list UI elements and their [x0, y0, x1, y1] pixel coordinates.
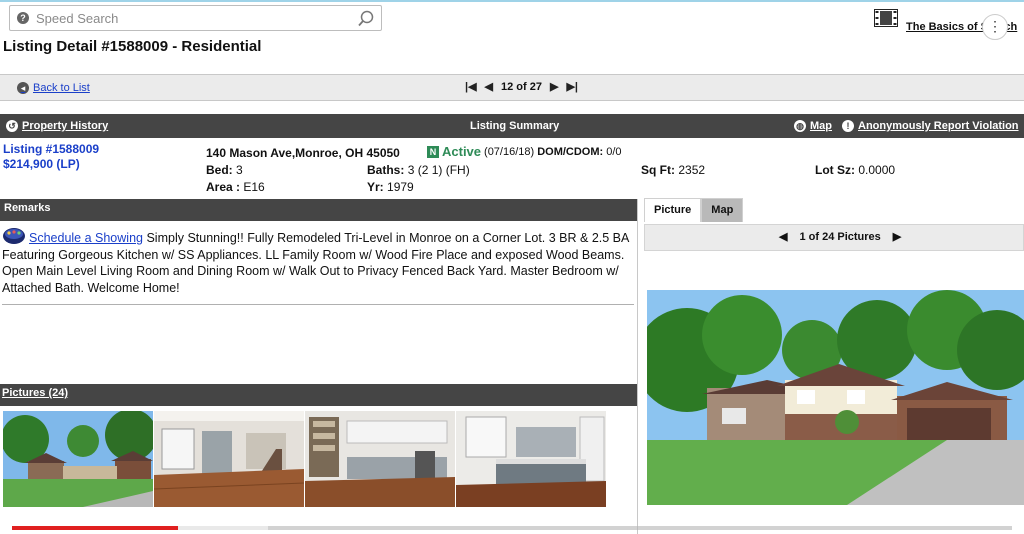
thumbnail-kitchen-2[interactable]	[456, 411, 606, 507]
picture-navigation: ◀ 1 of 24 Pictures ▶	[644, 224, 1024, 251]
last-page-icon[interactable]: ▶|	[566, 80, 578, 94]
video-progress-bar[interactable]	[12, 526, 1012, 530]
top-accent-line	[0, 0, 1024, 2]
sqft-value: 2352	[678, 163, 706, 177]
next-picture-icon[interactable]: ▶	[893, 230, 901, 243]
bed-label: Bed:	[206, 163, 233, 177]
lot-size-label: Lot Sz:	[815, 163, 855, 177]
video-tutorial-link[interactable]: The Basics of Search ⋮	[874, 9, 1024, 40]
sqft-label: Sq Ft:	[641, 163, 675, 177]
film-icon	[874, 9, 898, 30]
globe-icon: ◍	[794, 120, 806, 132]
new-badge: N	[427, 145, 439, 158]
picture-counter: 1 of 24 Pictures	[799, 230, 881, 243]
year-built-value: 1979	[387, 180, 414, 194]
area-field: Area : E16	[206, 180, 265, 194]
listing-summary-title: Listing Summary	[470, 120, 560, 132]
status-text: Active	[442, 144, 482, 159]
pictures-header-label[interactable]: Pictures (24)	[2, 387, 68, 399]
map-link[interactable]: Map	[810, 120, 832, 132]
thumbnail-kitchen[interactable]	[305, 411, 455, 507]
result-pager: |◀ ◀ 12 of 27 ▶ ▶|	[465, 80, 578, 94]
pictures-header: Pictures (24)	[0, 384, 637, 406]
summary-right-links: ◍ Map ! Anonymously Report Violation	[794, 120, 1019, 132]
status-date: (07/16/18)	[484, 145, 535, 158]
sqft-field: Sq Ft: 2352	[641, 163, 705, 177]
listing-price: $214,900 (LP)	[3, 157, 80, 171]
remarks-header-label: Remarks	[4, 202, 51, 214]
history-icon: ↺	[6, 120, 18, 132]
panel-divider	[637, 199, 638, 534]
prev-picture-icon[interactable]: ◀	[779, 230, 787, 243]
pager-position: 12 of 27	[501, 81, 542, 93]
calendar-icon[interactable]	[2, 225, 26, 245]
baths-label: Baths:	[367, 163, 405, 177]
more-options-icon[interactable]: ⋮	[982, 14, 1008, 40]
remarks-header: Remarks	[0, 199, 637, 221]
main-listing-photo[interactable]	[647, 290, 1024, 505]
year-built-field: Yr: 1979	[367, 180, 414, 194]
bed-field: Bed: 3	[206, 163, 243, 177]
thumbnail-exterior[interactable]	[3, 411, 153, 507]
thumbnail-strip	[3, 411, 633, 507]
dom-value: 0/0	[606, 145, 622, 158]
year-built-label: Yr:	[367, 180, 384, 194]
listing-navigation-bar: ◂ Back to List |◀ ◀ 12 of 27 ▶ ▶|	[0, 74, 1024, 101]
listing-status: N Active (07/16/18) DOM/CDOM: 0/0	[427, 144, 622, 159]
next-page-icon[interactable]: ▶	[550, 80, 558, 94]
listing-details: Listing #1588009 $214,900 (LP) 140 Mason…	[0, 141, 1024, 197]
bed-value: 3	[236, 163, 243, 177]
prev-page-icon[interactable]: ◀	[485, 80, 493, 94]
video-played-bar	[12, 526, 178, 530]
listing-address: 140 Mason Ave,Monroe, OH 45050	[206, 146, 400, 160]
video-buffered-bar	[178, 526, 268, 530]
page-title: Listing Detail #1588009 - Residential	[3, 38, 262, 55]
dom-field: DOM/CDOM: 0/0	[537, 146, 621, 158]
thumbnail-living-room[interactable]	[154, 411, 304, 507]
back-to-list-link[interactable]: ◂ Back to List	[17, 82, 90, 94]
tab-map[interactable]: Map	[701, 198, 744, 222]
info-icon: !	[842, 120, 854, 132]
search-placeholder: Speed Search	[36, 11, 119, 26]
back-arrow-icon: ◂	[17, 82, 29, 94]
lot-size-field: Lot Sz: 0.0000	[815, 163, 895, 177]
remarks-divider	[2, 304, 634, 305]
baths-value: 3 (2 1) (FH)	[407, 163, 470, 177]
magnifier-icon[interactable]	[357, 10, 375, 31]
area-label: Area :	[206, 180, 241, 194]
lot-size-value: 0.0000	[858, 163, 896, 177]
back-to-list-label[interactable]: Back to List	[33, 82, 90, 94]
baths-field: Baths: 3 (2 1) (FH)	[367, 163, 470, 177]
photo-panel-tabs: Picture Map	[644, 198, 744, 222]
area-value: E16	[243, 180, 265, 194]
property-history-link[interactable]: ↺ Property History	[6, 120, 108, 132]
report-violation-link[interactable]: Anonymously Report Violation	[858, 120, 1019, 132]
dom-label: DOM/CDOM:	[537, 145, 604, 158]
listing-number[interactable]: Listing #1588009	[3, 142, 99, 156]
listing-summary-bar: ↺ Property History Listing Summary ◍ Map…	[0, 114, 1024, 138]
schedule-showing-link[interactable]: Schedule a Showing	[29, 231, 143, 245]
first-page-icon[interactable]: |◀	[465, 80, 477, 94]
help-circle-icon: ?	[17, 12, 29, 24]
property-history-label[interactable]: Property History	[22, 120, 108, 132]
speed-search-box[interactable]: ? Speed Search	[9, 5, 382, 31]
remarks-body: Schedule a Showing Simply Stunning!! Ful…	[2, 225, 634, 296]
tab-picture[interactable]: Picture	[644, 198, 702, 222]
